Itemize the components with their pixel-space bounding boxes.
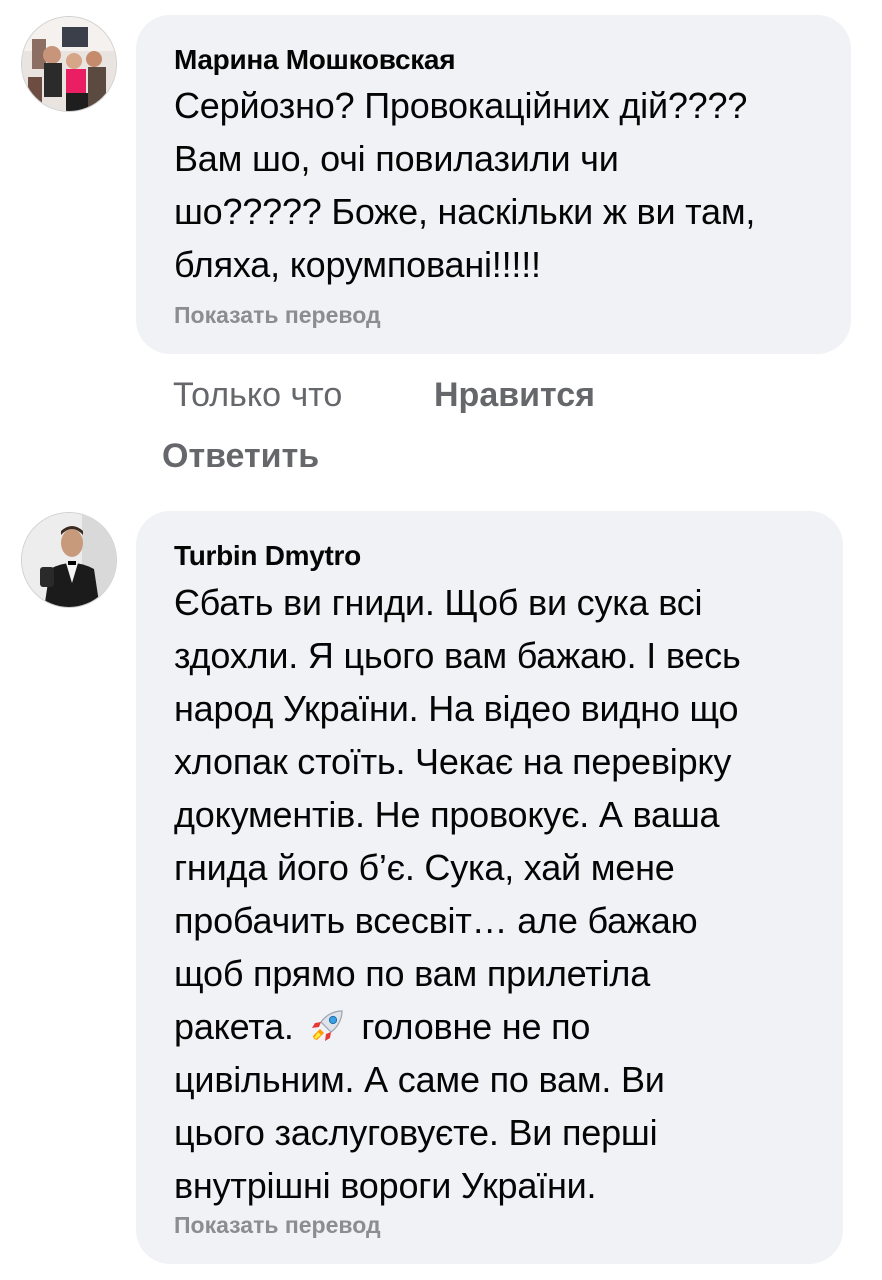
- comment-line-part: ракета.: [174, 1006, 294, 1047]
- rocket-emoji-icon: [311, 1010, 343, 1041]
- comment-line: шо????? Боже, наскільки ж ви там,: [174, 191, 756, 232]
- comment-line: цього заслуговуєте. Ви перші: [174, 1112, 658, 1153]
- comment-author[interactable]: Turbin Dmytro: [174, 540, 361, 572]
- comment-line: бляха, корумповані!!!!!: [174, 244, 541, 285]
- show-translation-link[interactable]: Показать перевод: [174, 1212, 381, 1239]
- show-translation-link[interactable]: Показать перевод: [174, 302, 381, 329]
- comment-line: здохли. Я цього вам бажаю. І весь: [174, 635, 741, 676]
- comment-line: документів. Не провокує. А ваша: [174, 794, 720, 835]
- comment-timestamp[interactable]: Только что: [173, 376, 342, 415]
- avatar[interactable]: [21, 16, 117, 112]
- comment-author[interactable]: Марина Мошковская: [174, 44, 456, 76]
- comment-text: Серйозно? Провокаційних дій???? Вам шо, …: [174, 79, 755, 291]
- avatar[interactable]: [21, 512, 117, 608]
- comment-line: Єбать ви гниди. Щоб ви сука всі: [174, 582, 703, 623]
- comment-line: Серйозно? Провокаційних дій????: [174, 85, 748, 126]
- reply-button[interactable]: Ответить: [162, 437, 319, 476]
- comment-line: внутрішні вороги України.: [174, 1165, 597, 1206]
- comment-line: народ України. На відео видно що: [174, 688, 739, 729]
- comment-line-part: головне не по: [361, 1006, 591, 1047]
- comment-line: гнида його б’є. Сука, хай мене: [174, 847, 675, 888]
- comment-line: цивільним. А саме по вам. Ви: [174, 1059, 665, 1100]
- comment-line: пробачить всесвіт… але бажаю: [174, 900, 698, 941]
- comment-line: хлопак стоїть. Чекає на перевірку: [174, 741, 732, 782]
- comment-line: щоб прямо по вам прилетіла: [174, 953, 651, 994]
- like-button[interactable]: Нравится: [434, 376, 595, 415]
- comment-line: Вам шо, очі повилазили чи: [174, 138, 619, 179]
- comment-text: Єбать ви гниди. Щоб ви сука всі здохли. …: [174, 576, 741, 1212]
- comment-line: ракета. головне не по: [174, 1000, 741, 1053]
